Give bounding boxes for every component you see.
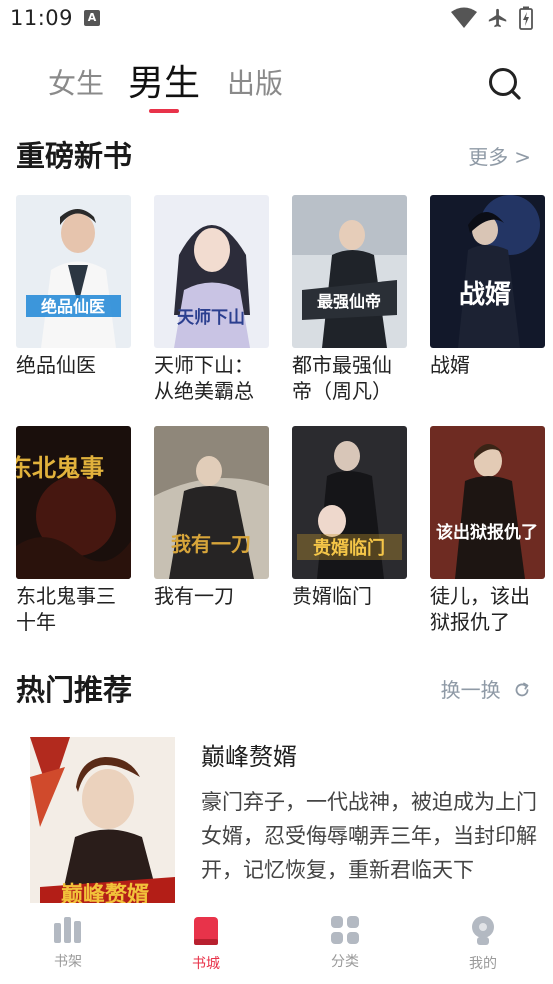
nav-bookshelf[interactable]: 书架 (28, 915, 108, 971)
book-cover: 东北鬼事 (16, 426, 131, 579)
book-title: 天师下山：从绝美霸总 (154, 353, 254, 403)
app-notification-icon: A (84, 10, 100, 26)
book-card[interactable]: 我有一刀 我有一刀 (154, 426, 269, 609)
status-time: 11:09 (10, 6, 74, 30)
book-cover: 绝品仙医 (16, 195, 131, 348)
book-title: 贵婿临门 (292, 584, 372, 608)
top-tabs: 女生 男生 出版 (0, 60, 553, 120)
nav-label: 我的 (469, 956, 497, 972)
new-books-header: 重磅新书 更多 > (16, 133, 531, 173)
active-tab-indicator (149, 109, 179, 113)
book-title: 我有一刀 (154, 584, 234, 608)
chevron-right-icon: > (514, 145, 531, 169)
cover-title-text: 东北鬼事 (16, 454, 104, 482)
battery-charging-icon (519, 6, 533, 30)
cover-title-text: 最强仙帝 (317, 292, 381, 311)
cover-title-text: 战婿 (459, 280, 511, 310)
nav-label: 书城 (192, 956, 220, 972)
search-icon[interactable] (485, 64, 525, 104)
book-cover: 该出狱报仇了 (430, 426, 545, 579)
book-card[interactable]: 战婿 战婿 (430, 195, 545, 378)
book-card[interactable]: 天师下山 天师下山：从绝美霸总 (154, 195, 269, 404)
tab-publish[interactable]: 出版 (227, 62, 283, 102)
cover-title-text: 该出狱报仇了 (436, 522, 538, 543)
section-title-hot: 热门推荐 (16, 673, 133, 707)
featured-book-description: 豪门弃子，一代战神，被迫成为上门女婿，忍受侮辱嘲弄三年，当封印解开，记忆恢复，重… (201, 790, 537, 882)
nav-bookstore[interactable]: 书城 (166, 915, 246, 973)
tab-male[interactable]: 男生 (128, 54, 200, 106)
more-link[interactable]: 更多 > (468, 141, 531, 170)
book-card[interactable]: 最强仙帝 都市最强仙帝（周凡） (292, 195, 407, 404)
book-cover: 天师下山 (154, 195, 269, 348)
profile-icon (472, 916, 494, 945)
featured-book[interactable]: 巅峰赘婿 巅峰赘婿 豪门弃子，一代战神，被迫成为上门女婿，忍受侮辱嘲弄三年，当封… (16, 735, 541, 905)
cover-title-text: 我有一刀 (171, 532, 251, 556)
book-card[interactable]: 绝品仙医 绝品仙医 (16, 195, 131, 378)
tab-female[interactable]: 女生 (48, 62, 104, 102)
cover-title-text: 巅峰赘婿 (61, 882, 149, 905)
book-title: 东北鬼事三十年 (16, 584, 116, 634)
more-label: 更多 (468, 145, 509, 169)
book-title: 都市最强仙帝（周凡） (292, 353, 392, 403)
book-title: 战婿 (430, 353, 470, 377)
nav-category[interactable]: 分类 (305, 915, 385, 971)
status-bar: 11:09 A (0, 0, 553, 40)
book-title: 徒儿，该出狱报仇了 (430, 584, 530, 634)
refresh-button[interactable]: 换一换 (441, 674, 531, 703)
book-card[interactable]: 该出狱报仇了 徒儿，该出狱报仇了 (430, 426, 545, 635)
refresh-label: 换一换 (440, 678, 501, 702)
book-card[interactable]: 东北鬼事 东北鬼事三十年 (16, 426, 131, 635)
book-title: 绝品仙医 (16, 353, 96, 377)
cover-title-text: 天师下山 (177, 307, 245, 328)
bottom-nav: 书架 书城 分类 我的 (0, 903, 553, 984)
book-cover: 最强仙帝 (292, 195, 407, 348)
cover-title-text: 贵婿临门 (313, 537, 385, 559)
category-icon (331, 916, 359, 944)
refresh-icon (515, 682, 529, 697)
bookstore-icon (194, 917, 218, 945)
book-cover: 贵婿临门 (292, 426, 407, 579)
nav-profile[interactable]: 我的 (443, 915, 523, 973)
featured-book-title: 巅峰赘婿 (201, 743, 297, 771)
nav-label: 书架 (54, 954, 82, 970)
nav-label: 分类 (331, 954, 359, 970)
wifi-icon (451, 7, 477, 28)
cover-title-text: 绝品仙医 (41, 297, 105, 316)
hot-header: 热门推荐 换一换 (16, 667, 531, 707)
book-card[interactable]: 贵婿临门 贵婿临门 (292, 426, 407, 609)
bookshelf-icon (54, 917, 81, 943)
book-cover: 我有一刀 (154, 426, 269, 579)
featured-book-cover: 巅峰赘婿 (30, 737, 175, 905)
airplane-icon (488, 8, 507, 28)
section-title-new-books: 重磅新书 (16, 139, 133, 173)
book-cover: 战婿 (430, 195, 545, 348)
